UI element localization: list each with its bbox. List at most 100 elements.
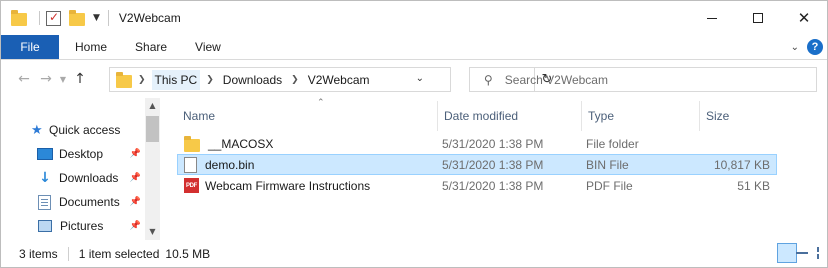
minimize-icon bbox=[707, 17, 717, 19]
help-icon[interactable]: ? bbox=[807, 39, 823, 55]
search-box[interactable]: ⚲ bbox=[469, 67, 817, 92]
file-name-label: __MACOSX bbox=[208, 136, 274, 151]
chevron-right-icon[interactable]: ❯ bbox=[138, 75, 146, 85]
selection-count: 1 item selected bbox=[78, 246, 160, 261]
file-date: 5/31/2020 1:38 PM bbox=[442, 157, 544, 172]
scroll-down-icon[interactable]: ▼ bbox=[145, 224, 160, 240]
pin-icon: 📌 bbox=[129, 221, 141, 231]
tab-share[interactable]: Share bbox=[121, 35, 181, 59]
pdf-icon: PDF bbox=[184, 178, 199, 193]
file-type: BIN File bbox=[586, 157, 629, 172]
breadcrumb-v2webcam[interactable]: V2Webcam bbox=[305, 70, 373, 90]
title-bar: ▼ V2Webcam ✕ bbox=[1, 1, 827, 35]
large-icons-view-icon bbox=[817, 247, 819, 259]
column-name[interactable]: Name ⌃ bbox=[177, 98, 437, 131]
expand-ribbon-icon[interactable]: ⌄ bbox=[791, 42, 799, 53]
file-date: 5/31/2020 1:38 PM bbox=[442, 178, 544, 193]
sidebar-item-downloads[interactable]: ↓ Downloads 📌 bbox=[31, 167, 145, 189]
column-name-label: Name bbox=[183, 109, 216, 123]
sidebar-item-label: Quick access bbox=[49, 123, 121, 137]
search-input[interactable] bbox=[504, 72, 785, 87]
up-arrow-icon[interactable]: ↑ bbox=[69, 71, 91, 87]
forward-arrow-icon[interactable]: → bbox=[35, 71, 57, 87]
scroll-up-icon[interactable]: ▲ bbox=[145, 98, 160, 114]
customize-toolbar-icon[interactable]: ▼ bbox=[93, 13, 100, 23]
sidebar-item-desktop[interactable]: Desktop 📌 bbox=[31, 143, 145, 165]
desktop-icon bbox=[37, 148, 53, 160]
nav-scrollbar[interactable]: ▲ ▼ bbox=[145, 98, 160, 240]
file-name: demo.bin bbox=[184, 155, 254, 174]
file-list: Name ⌃ Date modified Type Size __MACOSX … bbox=[163, 98, 827, 240]
table-row[interactable]: __MACOSX 5/31/2020 1:38 PM File folder bbox=[177, 133, 777, 154]
sidebar-item-label: Downloads bbox=[59, 171, 119, 185]
file-name: PDF Webcam Firmware Instructions bbox=[184, 176, 370, 195]
file-name-label: Webcam Firmware Instructions bbox=[205, 178, 371, 193]
toolbar-divider bbox=[39, 11, 40, 25]
title-divider bbox=[107, 10, 109, 26]
pin-icon: 📌 bbox=[129, 173, 141, 183]
tab-file[interactable]: File bbox=[1, 35, 59, 59]
address-row: ← → ▼ ↑ ❯ This PC ❯ Downloads ❯ V2Webcam… bbox=[1, 60, 827, 98]
pin-icon: 📌 bbox=[129, 197, 141, 207]
file-size: 51 KB bbox=[737, 178, 770, 193]
file-type: PDF File bbox=[586, 178, 633, 193]
scroll-thumb[interactable] bbox=[146, 116, 159, 142]
selection-size: 10.5 MB bbox=[165, 246, 211, 261]
address-bar[interactable]: ❯ This PC ❯ Downloads ❯ V2Webcam ⌄ ↻ bbox=[109, 67, 552, 92]
close-button[interactable]: ✕ bbox=[781, 1, 827, 35]
item-count: 3 items bbox=[19, 246, 58, 261]
status-bar: 3 items 1 item selected 10.5 MB bbox=[1, 240, 827, 267]
table-row[interactable]: demo.bin 5/31/2020 1:38 PM BIN File 10,8… bbox=[177, 154, 777, 175]
column-size[interactable]: Size bbox=[699, 101, 779, 131]
address-dropdown-icon[interactable]: ⌄ bbox=[416, 73, 424, 84]
sidebar-item-pictures[interactable]: Pictures 📌 bbox=[31, 215, 145, 237]
quick-access-toolbar: ▼ bbox=[11, 10, 100, 26]
maximize-button[interactable] bbox=[735, 1, 781, 35]
sort-ascending-icon: ⌃ bbox=[317, 98, 325, 108]
file-name-label: demo.bin bbox=[205, 157, 255, 172]
download-icon: ↓ bbox=[39, 170, 51, 186]
chevron-right-icon[interactable]: ❯ bbox=[206, 75, 214, 85]
folder-icon[interactable] bbox=[11, 10, 27, 26]
file-name: __MACOSX bbox=[184, 134, 273, 153]
new-folder-icon[interactable] bbox=[69, 10, 85, 26]
file-type: File folder bbox=[586, 136, 639, 151]
table-row[interactable]: PDF Webcam Firmware Instructions 5/31/20… bbox=[177, 175, 777, 196]
file-icon bbox=[184, 156, 197, 173]
sidebar-item-label: Documents bbox=[59, 195, 120, 209]
details-view-button[interactable] bbox=[777, 243, 808, 263]
tab-home[interactable]: Home bbox=[59, 35, 121, 59]
explorer-window: ▼ V2Webcam ✕ File Home Share View ⌄ ? ← … bbox=[0, 0, 828, 268]
maximize-icon bbox=[753, 13, 763, 23]
chevron-right-icon[interactable]: ❯ bbox=[291, 75, 299, 85]
window-title: V2Webcam bbox=[118, 11, 181, 25]
properties-icon[interactable] bbox=[46, 10, 61, 26]
tab-view[interactable]: View bbox=[181, 35, 235, 59]
minimize-button[interactable] bbox=[689, 1, 735, 35]
file-size: 10,817 KB bbox=[713, 157, 770, 172]
search-icon: ⚲ bbox=[484, 72, 493, 87]
view-switcher bbox=[775, 243, 819, 263]
column-type-label: Type bbox=[588, 109, 615, 123]
pictures-icon bbox=[38, 220, 52, 232]
sidebar-item-quick-access[interactable]: ★ Quick access bbox=[31, 119, 145, 141]
recent-locations-icon[interactable]: ▼ bbox=[57, 75, 69, 84]
navigation-pane: ★ Quick access Desktop 📌 ↓ Downloads 📌 D… bbox=[1, 98, 161, 240]
sidebar-item-label: Desktop bbox=[59, 147, 104, 161]
ribbon-tabs: File Home Share View ⌄ ? bbox=[1, 35, 827, 60]
sidebar-item-documents[interactable]: Documents 📌 bbox=[31, 191, 145, 213]
file-date: 5/31/2020 1:38 PM bbox=[442, 136, 544, 151]
column-header: Name ⌃ Date modified Type Size bbox=[163, 98, 827, 131]
ribbon-right: ⌄ ? bbox=[791, 39, 823, 55]
star-icon: ★ bbox=[31, 122, 43, 138]
column-date-label: Date modified bbox=[444, 109, 519, 123]
folder-icon bbox=[184, 135, 200, 152]
back-arrow-icon[interactable]: ← bbox=[13, 71, 35, 87]
column-type[interactable]: Type bbox=[581, 101, 699, 131]
breadcrumb-this-pc[interactable]: This PC bbox=[151, 69, 201, 90]
column-size-label: Size bbox=[706, 109, 730, 123]
column-date[interactable]: Date modified bbox=[437, 101, 581, 131]
breadcrumb-downloads[interactable]: Downloads bbox=[220, 70, 285, 90]
folder-icon bbox=[116, 71, 132, 88]
pin-icon: 📌 bbox=[129, 149, 141, 159]
